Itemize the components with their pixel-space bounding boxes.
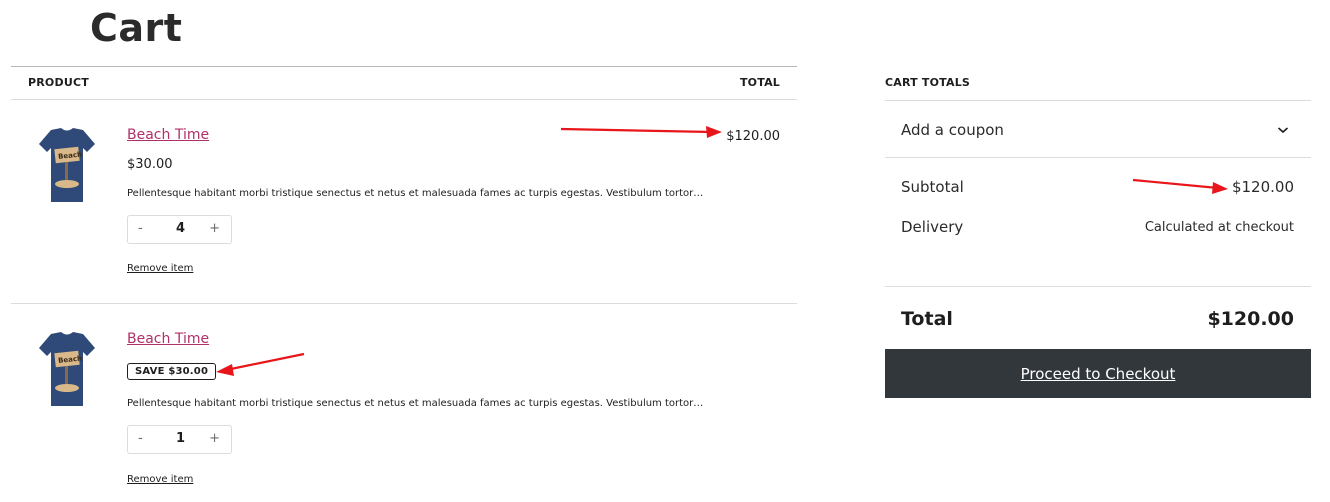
checkout-button-label: Proceed to Checkout <box>1020 364 1176 383</box>
annotation-arrow <box>560 126 722 138</box>
chevron-down-icon[interactable] <box>1277 125 1289 135</box>
proceed-to-checkout-button[interactable]: Proceed to Checkout <box>885 349 1311 398</box>
product-description: Pellentesque habitant morbi tristique se… <box>127 188 704 199</box>
table-top-divider <box>11 66 797 67</box>
quantity-stepper: - 1 + <box>127 425 232 454</box>
cart-totals-header: CART TOTALS <box>885 76 971 89</box>
item-divider <box>11 303 797 304</box>
subtotal-label: Subtotal <box>901 178 964 196</box>
save-badge: SAVE $30.00 <box>127 363 217 380</box>
annotation-arrow <box>1132 178 1228 194</box>
delivery-value: Calculated at checkout <box>1144 220 1294 235</box>
coupon-divider <box>885 157 1311 158</box>
remove-item-link[interactable]: Remove item <box>127 263 193 274</box>
delivery-label: Delivery <box>901 218 964 236</box>
total-column-header: TOTAL <box>739 76 780 89</box>
table-header-divider <box>11 99 797 100</box>
product-thumbnail[interactable]: Beach <box>37 330 97 410</box>
product-column-header: PRODUCT <box>28 76 89 89</box>
totals-header-divider <box>885 100 1311 101</box>
product-thumbnail[interactable]: Beach <box>37 126 97 206</box>
product-description: Pellentesque habitant morbi tristique se… <box>127 398 704 409</box>
product-name-link[interactable]: Beach Time <box>127 127 209 143</box>
annotation-arrow <box>216 352 305 376</box>
page-title: Cart <box>90 6 183 50</box>
subtotal-value: $120.00 <box>1231 178 1294 196</box>
remove-item-link[interactable]: Remove item <box>127 474 193 485</box>
subtotal-divider <box>885 286 1311 287</box>
quantity-increase-button[interactable]: + <box>209 431 220 446</box>
quantity-increase-button[interactable]: + <box>209 221 220 236</box>
quantity-stepper: - 4 + <box>127 215 232 244</box>
add-coupon-toggle[interactable]: Add a coupon <box>901 121 1004 139</box>
product-name-link[interactable]: Beach Time <box>127 331 209 347</box>
product-price: $30.00 <box>127 157 173 172</box>
line-total: $120.00 <box>726 129 780 144</box>
total-label: Total <box>901 308 953 330</box>
total-value: $120.00 <box>1207 308 1294 330</box>
